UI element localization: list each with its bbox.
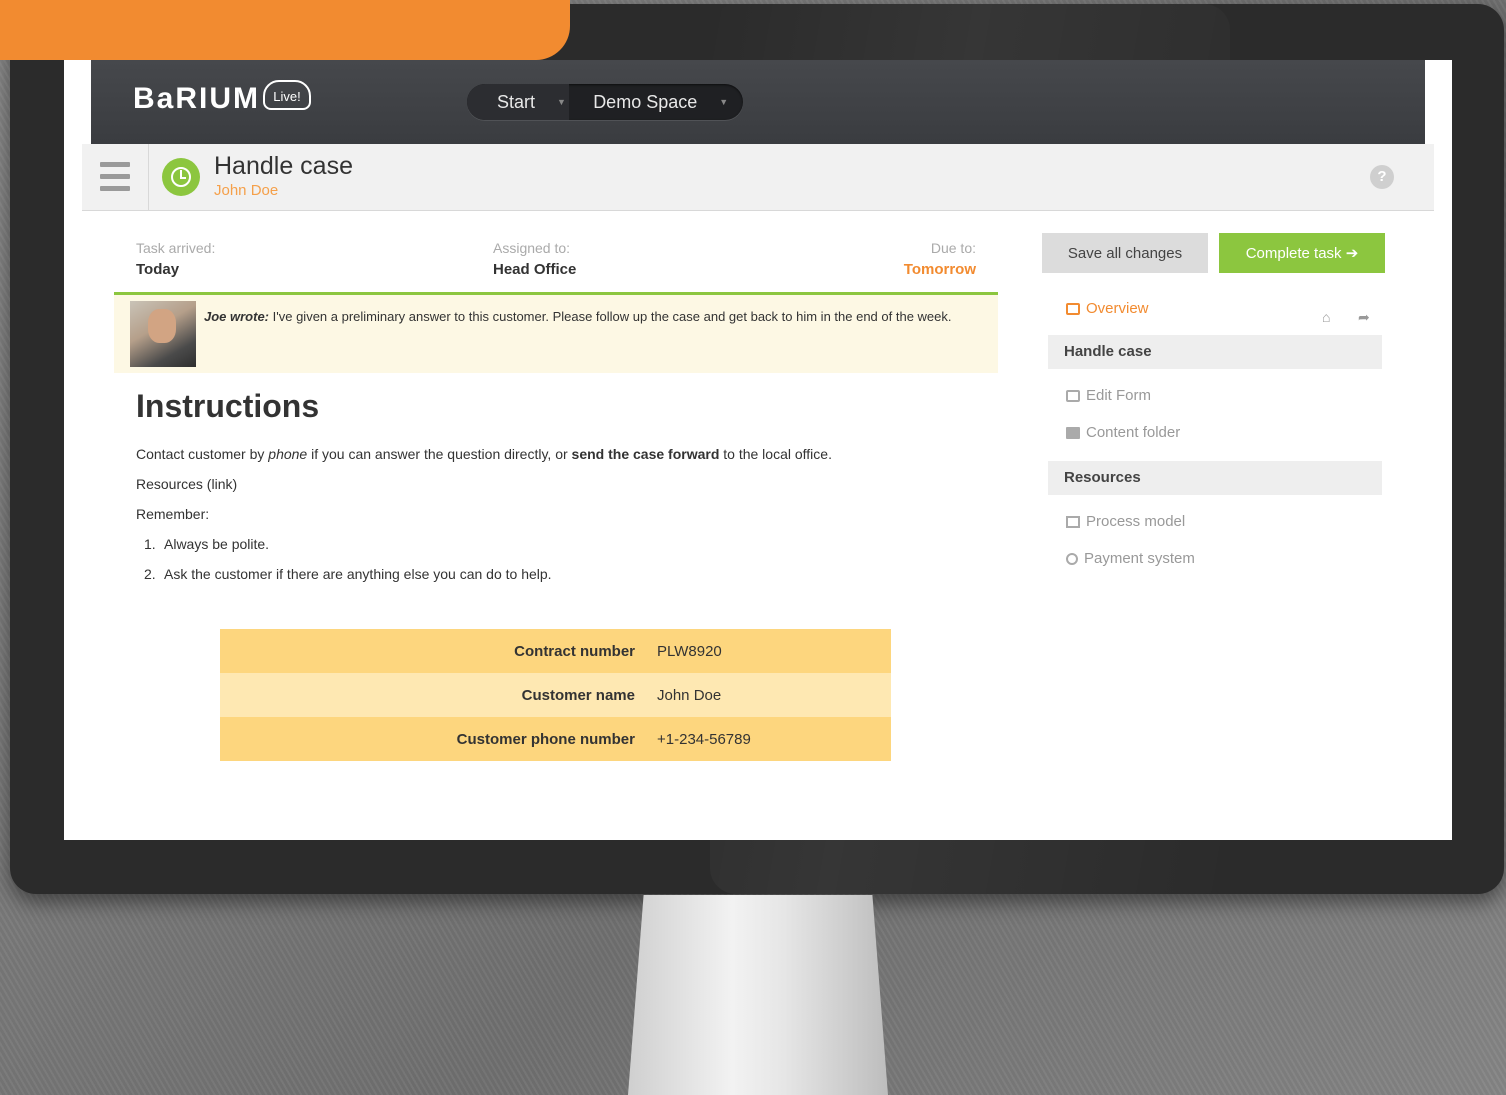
sidebar-item-label: Payment system (1084, 550, 1195, 567)
globe-icon (1066, 552, 1078, 565)
menu-bar-icon (100, 186, 130, 191)
save-all-changes-button[interactable]: Save all changes (1042, 233, 1208, 273)
sidebar-item-payment-system[interactable]: Payment system (1066, 550, 1195, 567)
comment-text: Joe wrote: I've given a preliminary answ… (204, 309, 984, 324)
instr-strong: send the case forward (571, 446, 720, 462)
comment-box: Joe wrote: I've given a preliminary answ… (114, 295, 998, 373)
avatar-face (148, 309, 176, 343)
meta-due-label: Due to: (930, 240, 976, 256)
hamburger-menu-button[interactable] (82, 144, 149, 210)
table-value: PLW8920 (657, 629, 891, 673)
calendar-icon (1066, 302, 1080, 315)
meta-arrived: Task arrived: Today (136, 240, 215, 278)
caret-down-icon: ▼ (719, 97, 729, 107)
meta-assigned-value: Head Office (493, 261, 577, 278)
nav-switcher: Start ▼ Demo Space ▼ (467, 84, 743, 120)
top-bar: BaRIUM Live! Start ▼ Demo Space ▼ (91, 60, 1425, 144)
meta-assigned: Assigned to: Head Office (493, 240, 576, 278)
sidebar-item-content-folder[interactable]: Content folder (1066, 424, 1180, 441)
edit-icon (1066, 389, 1080, 402)
instructions-title: Instructions (136, 388, 320, 424)
sidebar-item-label: Edit Form (1086, 387, 1152, 404)
table-label: Customer name (220, 673, 657, 717)
instr-text: Contact customer by (136, 446, 269, 462)
remember-label: Remember: (136, 506, 210, 522)
resources-link[interactable]: Resources (link) (136, 476, 237, 492)
sidebar-item-process-model[interactable]: Process model (1066, 513, 1185, 530)
sidebar-item-overview[interactable]: Overview (1066, 300, 1149, 317)
instructions-line: Contact customer by phone if you can ans… (136, 446, 832, 462)
table-label: Customer phone number (220, 717, 657, 761)
table-value: John Doe (657, 673, 891, 717)
instr-emphasis: phone (268, 446, 308, 462)
sidebar-item-edit-form[interactable]: Edit Form (1066, 387, 1151, 404)
share-icon[interactable]: ➦ (1358, 309, 1370, 326)
page-title: Handle case (214, 152, 353, 180)
nav-start[interactable]: Start ▼ (467, 84, 570, 120)
list-item: 2. Ask the customer if there are anything… (144, 566, 552, 582)
orange-banner (0, 0, 570, 60)
instr-text: to the local office. (719, 446, 832, 462)
monitor-stand (628, 895, 888, 1095)
table-label: Contract number (220, 629, 657, 673)
folder-icon (1066, 426, 1080, 439)
nav-start-label: Start (497, 91, 536, 112)
list-item: 1. Always be polite. (144, 536, 270, 552)
menu-bar-icon (100, 162, 130, 167)
meta-arrived-value: Today (136, 261, 180, 278)
table-row: Contract number PLW8920 (220, 629, 891, 673)
avatar (130, 301, 196, 367)
chevron-left-icon (0, 0, 8, 30)
list-item-text: Always be polite. (164, 536, 270, 552)
help-icon[interactable]: ? (1370, 165, 1394, 189)
table-row: Customer phone number +1-234-56789 (220, 717, 891, 761)
section-handle-case: Handle case (1048, 335, 1382, 369)
meta-arrived-label: Task arrived: (136, 240, 216, 256)
nav-space-label: Demo Space (593, 91, 698, 112)
case-owner[interactable]: John Doe (214, 182, 278, 199)
app-logo[interactable]: BaRIUM (133, 82, 260, 116)
task-content: Task arrived: Today Assigned to: Head Of… (114, 228, 998, 648)
menu-bar-icon (100, 174, 130, 179)
live-badge: Live! (263, 80, 311, 110)
section-resources: Resources (1048, 461, 1382, 495)
table-value: +1-234-56789 (657, 717, 891, 761)
task-header: Handle case John Doe ? (82, 144, 1434, 211)
instr-text: if you can answer the question directly,… (307, 446, 572, 462)
list-item-text: Ask the customer if there are anything e… (164, 566, 552, 582)
table-row: Customer name John Doe (220, 673, 891, 717)
sidebar-item-label: Process model (1086, 513, 1186, 530)
caret-down-icon: ▼ (557, 97, 566, 107)
meta-assigned-label: Assigned to: (493, 240, 571, 256)
clock-icon (162, 158, 200, 196)
nav-demo-space[interactable]: Demo Space ▼ (569, 84, 743, 120)
comment-body: I've given a preliminary answer to this … (272, 309, 952, 324)
meta-due: Due to: Tomorrow (904, 240, 976, 278)
sidebar-item-label: Content folder (1086, 424, 1181, 441)
sidebar-item-label: Overview (1086, 300, 1149, 317)
case-info-table: Contract number PLW8920 Customer name Jo… (220, 629, 891, 761)
meta-due-value: Tomorrow (903, 261, 976, 278)
complete-task-button[interactable]: Complete task ➔ (1219, 233, 1385, 273)
comment-author: Joe wrote: (204, 309, 270, 324)
app-screen: BaRIUM Live! Start ▼ Demo Space ▼ Handle… (64, 60, 1452, 840)
lock-icon[interactable]: ⌂ (1322, 309, 1330, 325)
task-meta: Task arrived: Today Assigned to: Head Of… (114, 228, 998, 295)
process-model-icon (1066, 515, 1080, 528)
